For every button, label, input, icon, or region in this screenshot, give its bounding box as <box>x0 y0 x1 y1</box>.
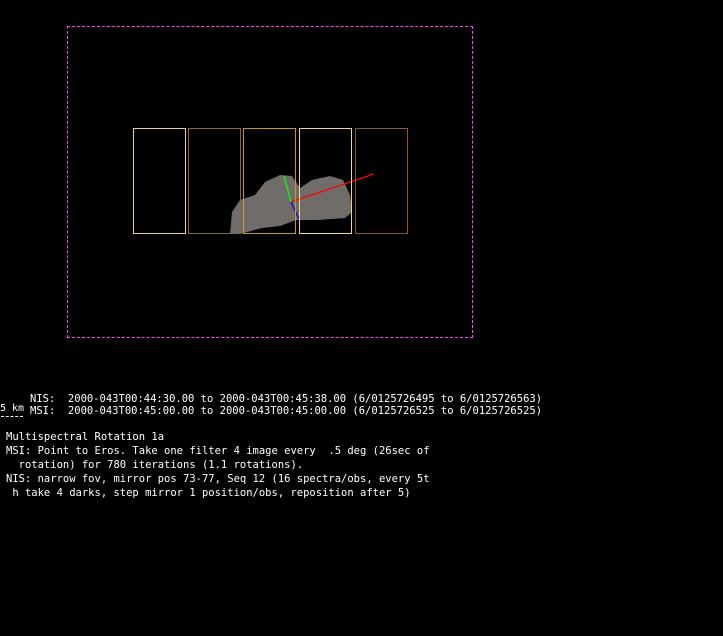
msi-time-range: MSI: 2000-043T00:45:00.00 to 2000-043T00… <box>30 405 543 417</box>
description-line: rotation) for 780 iterations (1.1 rotati… <box>6 459 304 471</box>
asteroid-view <box>230 173 375 234</box>
nis-footprint-5 <box>355 128 408 234</box>
sequence-title: Multispectral Rotation 1a <box>6 431 165 443</box>
description-line: NIS: narrow fov, mirror pos 73-77, Seq 1… <box>6 473 430 485</box>
scale-bar <box>1 416 23 417</box>
nis-footprint-4 <box>299 128 352 234</box>
nis-footprint-3 <box>243 128 296 234</box>
description-line: MSI: Point to Eros. Take one filter 4 im… <box>6 445 430 457</box>
scale-label: 5 km <box>0 403 25 414</box>
description-line: h take 4 darks, step mirror 1 position/o… <box>6 487 411 499</box>
nis-time-range: NIS: 2000-043T00:44:30.00 to 2000-043T00… <box>30 393 543 405</box>
